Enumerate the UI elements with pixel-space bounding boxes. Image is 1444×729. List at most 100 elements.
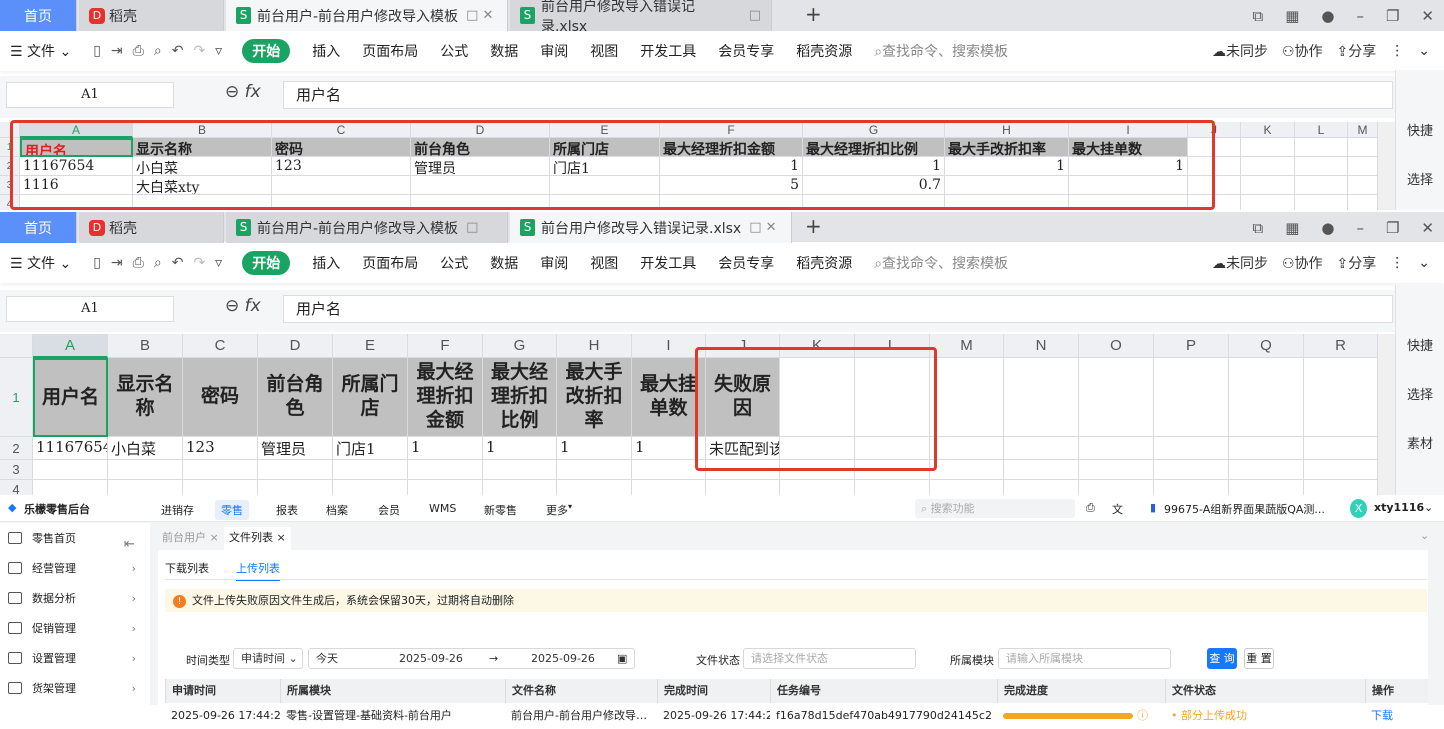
column-header-I[interactable]: I	[632, 334, 706, 358]
cell-G3[interactable]	[483, 460, 557, 480]
preview-icon[interactable]: ⌕	[154, 255, 162, 271]
column-header-M[interactable]: M	[930, 334, 1004, 358]
select-all-corner[interactable]	[0, 122, 20, 138]
cell-O2[interactable]	[1079, 437, 1154, 460]
cell-H4[interactable]	[945, 195, 1069, 210]
function-search-input[interactable]: ⌕ 搜索功能	[915, 499, 1075, 518]
tab-home[interactable]: 首页	[0, 212, 77, 243]
cell-G2[interactable]: 1	[483, 437, 557, 460]
nav-item-5[interactable]: WMS	[423, 500, 462, 517]
column-header-L[interactable]: L	[855, 334, 930, 358]
cell-B3[interactable]: 大白菜xty	[133, 176, 272, 195]
collapse-ribbon-icon[interactable]: ⌄	[1418, 255, 1430, 271]
column-header-M[interactable]: M	[1348, 122, 1378, 138]
cell-G4[interactable]	[803, 195, 945, 210]
ribbon-tab-0[interactable]: 开始	[242, 39, 291, 63]
nav-item-3[interactable]: 档案	[320, 500, 354, 520]
column-header-D[interactable]: D	[411, 122, 550, 138]
column-header-R[interactable]: R	[1304, 334, 1378, 358]
cell-K3[interactable]	[780, 460, 855, 480]
cell-E2[interactable]: 门店1	[550, 157, 660, 176]
preview-icon[interactable]: ⌕	[154, 43, 162, 59]
module-input[interactable]: 请输入所属模块	[998, 648, 1171, 669]
cell-H2[interactable]: 1	[945, 157, 1069, 176]
column-header-G[interactable]: G	[483, 334, 557, 358]
cell-M3[interactable]	[1348, 176, 1378, 195]
close-window-button[interactable]: ✕	[1421, 7, 1434, 25]
sub-tab-upload[interactable]: 上传列表	[236, 560, 280, 581]
tab-template[interactable]: S 前台用户-前台用户修改导入模板 □	[226, 212, 508, 243]
cell-D3[interactable]	[411, 176, 550, 195]
cell-C2[interactable]: 123	[272, 157, 411, 176]
cell-A3[interactable]	[33, 460, 108, 480]
cell-A2[interactable]: 11167654	[33, 437, 108, 460]
chevron-down-icon[interactable]: ⌄	[1420, 529, 1429, 542]
name-box[interactable]: A1	[6, 296, 174, 322]
cell-K2[interactable]	[1241, 157, 1295, 176]
collapse-sidebar-icon[interactable]: ⇤	[124, 537, 135, 552]
column-header-F[interactable]: F	[408, 334, 483, 358]
cell-B4[interactable]	[108, 480, 183, 495]
sidebar-item-3[interactable]: 促销管理 ›	[0, 613, 150, 643]
nav-item-1[interactable]: 零售	[215, 500, 249, 520]
sub-tab-download[interactable]: 下载列表	[165, 560, 209, 576]
cell-M1[interactable]	[930, 358, 1004, 437]
cell-B2[interactable]: 小白菜	[133, 157, 272, 176]
reset-button[interactable]: 重 置	[1244, 648, 1274, 669]
vertical-scrollbar[interactable]	[1378, 334, 1395, 495]
cell-F4[interactable]	[660, 195, 803, 210]
print-icon[interactable]: ⎙	[133, 255, 144, 271]
ribbon-tab-4[interactable]: 数据	[490, 41, 518, 61]
minimize-button[interactable]: –	[1356, 7, 1364, 25]
tab-template[interactable]: S 前台用户-前台用户修改导入模板 □ ✕	[226, 0, 508, 31]
row-header[interactable]: 4	[0, 195, 20, 210]
cell-A1[interactable]: 用户名	[20, 138, 133, 157]
apps-icon[interactable]: ▦	[1285, 7, 1299, 25]
ribbon-tab-9[interactable]: 稻壳资源	[796, 41, 852, 61]
cell-E1[interactable]: 所属门店	[550, 138, 660, 157]
command-search[interactable]: ⌕查找命令、搜索模板	[874, 253, 1008, 273]
cell-E1[interactable]: 所属门店	[333, 358, 408, 437]
row-header[interactable]: 4	[0, 480, 33, 495]
cell-M4[interactable]	[930, 480, 1004, 495]
sidebar-item-1[interactable]: 经营管理 ›	[0, 553, 150, 583]
ribbon-tab-8[interactable]: 会员专享	[718, 253, 774, 273]
avatar[interactable]: ●	[1321, 7, 1334, 25]
cell-O1[interactable]	[1079, 358, 1154, 437]
close-window-button[interactable]: ✕	[1421, 219, 1434, 237]
cell-L4[interactable]	[855, 480, 930, 495]
cell-M3[interactable]	[930, 460, 1004, 480]
column-header-J[interactable]: J	[1188, 122, 1241, 138]
side-pane-material[interactable]: 素材	[1396, 433, 1444, 452]
column-header-C[interactable]: C	[272, 122, 411, 138]
cell-J1[interactable]	[1188, 138, 1241, 157]
cell-K1[interactable]	[1241, 138, 1295, 157]
ribbon-tab-6[interactable]: 视图	[590, 253, 618, 273]
cell-D3[interactable]	[258, 460, 333, 480]
cell-N3[interactable]	[1004, 460, 1079, 480]
cell-M4[interactable]	[1348, 195, 1378, 210]
cell-B1[interactable]: 显示名称	[108, 358, 183, 437]
restore-button[interactable]: ❐	[1386, 219, 1399, 237]
cell-F4[interactable]	[408, 480, 483, 495]
cell-L3[interactable]	[1295, 176, 1348, 195]
cell-F3[interactable]: 5	[660, 176, 803, 195]
cell-D1[interactable]: 前台角色	[411, 138, 550, 157]
row-header[interactable]: 1	[0, 138, 20, 157]
fx-icon[interactable]: ⊖ fx	[225, 82, 261, 102]
user-name[interactable]: xty1116	[1374, 501, 1424, 514]
sidebar-item-5[interactable]: 货架管理 ›	[0, 673, 150, 703]
cell-P3[interactable]	[1154, 460, 1229, 480]
tab-error-record[interactable]: S 前台用户修改导入错误记录.xlsx □	[510, 0, 772, 35]
cell-Q2[interactable]	[1229, 437, 1304, 460]
column-header-H[interactable]: H	[945, 122, 1069, 138]
cell-E4[interactable]	[333, 480, 408, 495]
tab-home[interactable]: 首页	[0, 0, 77, 31]
cell-J2[interactable]	[1188, 157, 1241, 176]
sidebar-item-2[interactable]: 数据分析 ›	[0, 583, 150, 613]
cell-A1[interactable]: 用户名	[33, 358, 108, 437]
cell-C4[interactable]	[272, 195, 411, 210]
cell-L1[interactable]	[1295, 138, 1348, 157]
apps-icon[interactable]: ▦	[1285, 219, 1299, 237]
column-header-C[interactable]: C	[183, 334, 258, 358]
